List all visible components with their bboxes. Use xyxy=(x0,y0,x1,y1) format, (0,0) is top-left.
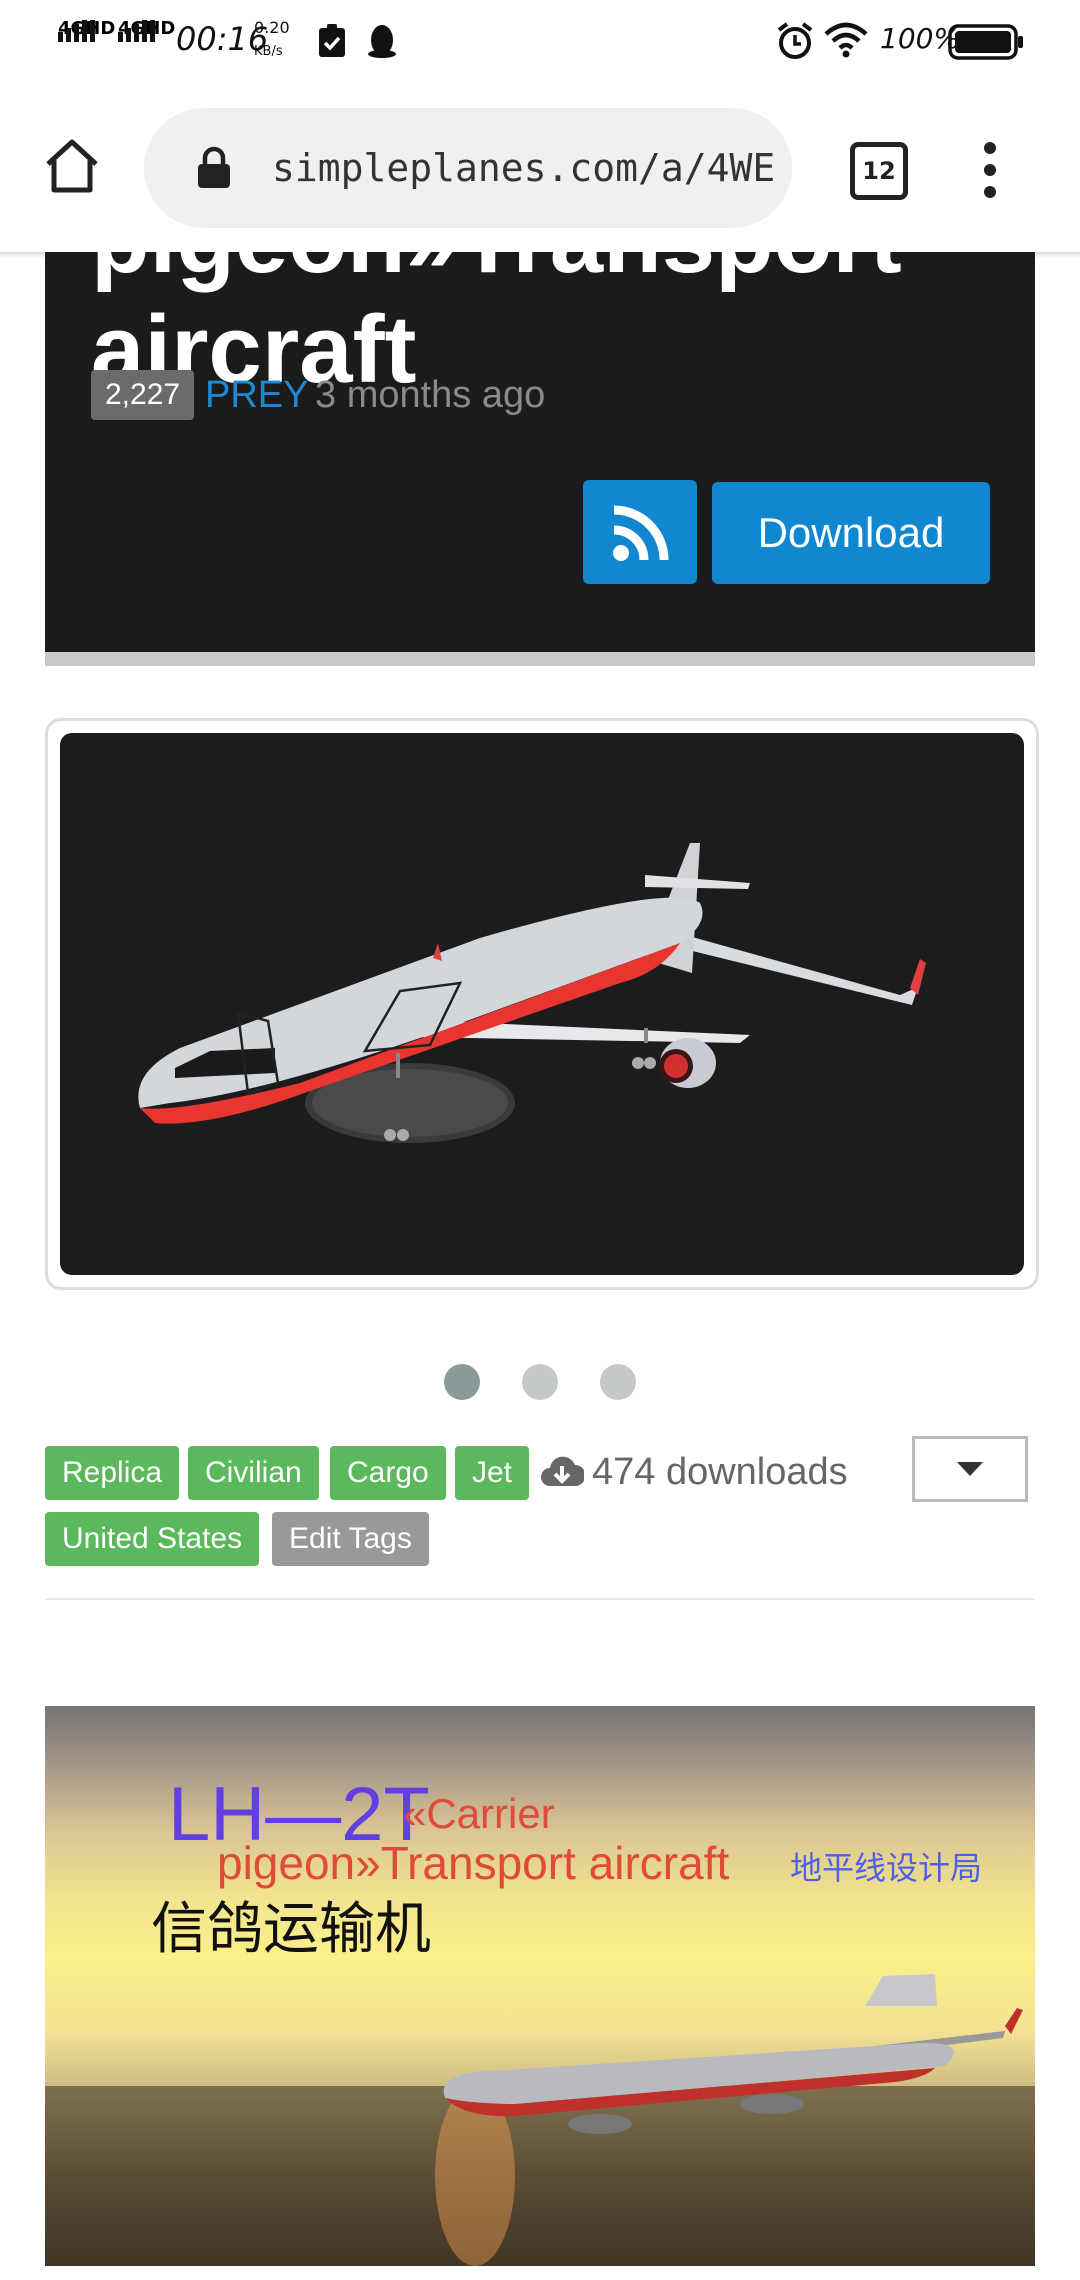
rss-button[interactable] xyxy=(583,480,697,584)
edit-tags-button[interactable]: Edit Tags xyxy=(272,1512,429,1566)
url-text[interactable]: simpleplanes.com/a/4WEfCF xyxy=(272,144,778,192)
tab-switcher-button[interactable]: 12 xyxy=(850,142,908,200)
cloud-download-icon xyxy=(540,1454,586,1492)
tag-civilian[interactable]: Civilian xyxy=(188,1446,319,1500)
qq-penguin-icon xyxy=(366,22,398,62)
views-badge: 2,227 xyxy=(91,370,195,420)
section-divider-bar xyxy=(45,652,1035,666)
tag-jet[interactable]: Jet xyxy=(455,1446,530,1500)
poster-aircraft-illustration xyxy=(45,1974,1035,2266)
author-link[interactable]: PREY xyxy=(205,366,308,424)
more-options-icon[interactable] xyxy=(980,142,1000,198)
lock-icon[interactable] xyxy=(196,146,232,194)
status-bar: 4GHD 4GHD 00:16 0.20 KB/s 100% xyxy=(0,0,1080,84)
download-count: 474 downloads xyxy=(592,1451,848,1493)
task-check-icon xyxy=(318,24,346,62)
download-button[interactable]: Download xyxy=(712,482,990,584)
battery-icon xyxy=(948,24,1024,64)
aircraft-screenshot[interactable] xyxy=(60,733,1024,1275)
tag-replica[interactable]: Replica xyxy=(45,1446,180,1500)
net-speed-unit: KB/s xyxy=(254,44,283,59)
home-icon[interactable] xyxy=(42,138,102,198)
wifi-icon xyxy=(824,22,868,62)
image-carousel[interactable] xyxy=(45,718,1039,1290)
rss-feed-icon xyxy=(612,504,670,566)
carousel-dot-2[interactable] xyxy=(522,1364,558,1400)
browser-toolbar: simpleplanes.com/a/4WEfCF 12 xyxy=(0,84,1080,252)
content-divider xyxy=(45,1598,1035,1600)
alarm-icon xyxy=(776,22,814,64)
post-date: 3 months ago xyxy=(315,374,546,416)
post-title-line-1: pigeon»Transport xyxy=(91,252,902,293)
net-speed-value: 0.20 xyxy=(254,18,290,37)
options-dropdown[interactable] xyxy=(912,1436,1028,1502)
carousel-dot-3[interactable] xyxy=(600,1364,636,1400)
post-header: pigeon»Transport aircraft 2,227 PREY 3 m… xyxy=(45,252,1035,652)
poster-image[interactable]: LH—2T «Carrier pigeon»Transport aircraft… xyxy=(45,1706,1035,2266)
carousel-dot-1[interactable] xyxy=(444,1364,480,1400)
tag-united-states[interactable]: United States xyxy=(45,1512,260,1566)
caret-down-icon xyxy=(957,1461,983,1480)
address-bar[interactable]: simpleplanes.com/a/4WEfCF xyxy=(144,108,792,228)
tag-cargo[interactable]: Cargo xyxy=(330,1446,446,1500)
